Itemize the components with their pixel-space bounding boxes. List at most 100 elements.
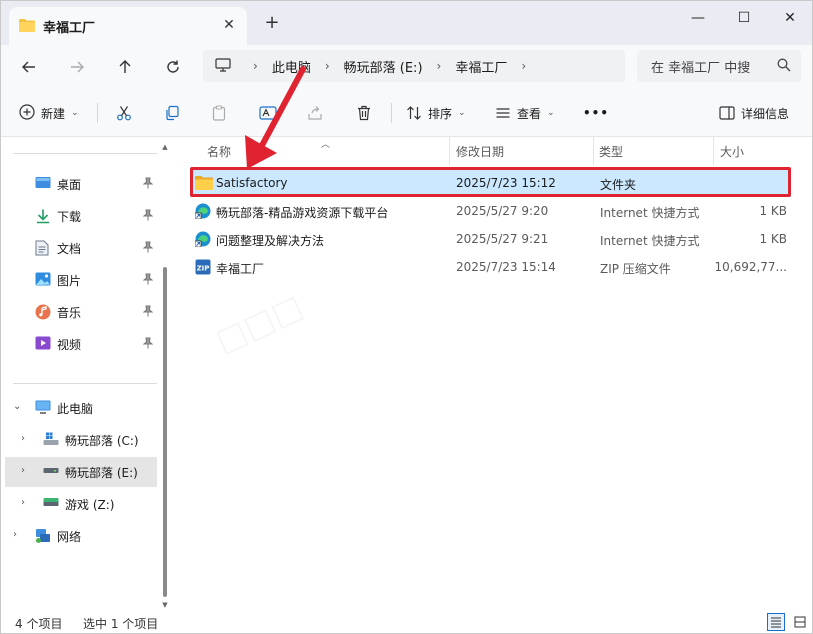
chevron-right-icon[interactable]: ›: [21, 465, 25, 476]
column-header-type[interactable]: 类型: [599, 137, 623, 165]
address-bar[interactable]: › 此电脑 › 畅玩部落 (E:) › 幸福工厂 ›: [203, 50, 625, 82]
scrollbar-thumb[interactable]: [163, 267, 167, 597]
maximize-button[interactable]: ☐: [721, 5, 767, 31]
file-type: Internet 快捷方式: [600, 234, 700, 248]
zip-icon: ZIP: [195, 259, 211, 278]
toolbar-divider: [391, 103, 392, 123]
breadcrumb-this-pc[interactable]: 此电脑: [272, 57, 311, 76]
folder-icon: [195, 175, 213, 193]
pin-icon: [142, 177, 154, 192]
tiles-view-icon: [794, 616, 806, 628]
close-window-button[interactable]: ✕: [767, 5, 812, 31]
view-button[interactable]: 查看 ⌄: [495, 101, 555, 125]
pictures-icon: [35, 272, 51, 289]
column-divider[interactable]: [449, 137, 450, 165]
sidebar-item-drive-c[interactable]: › 畅玩部落 (C:): [1, 425, 161, 455]
new-button[interactable]: 新建 ⌄: [19, 101, 79, 125]
file-type: 文件夹: [600, 178, 637, 192]
up-arrow-icon: [119, 60, 131, 73]
column-header-size[interactable]: 大小: [720, 137, 744, 165]
view-list-icon: [496, 108, 510, 118]
sidebar-item-desktop[interactable]: 桌面: [1, 169, 161, 199]
details-pane-button[interactable]: 详细信息: [719, 101, 789, 125]
column-header-name[interactable]: 名称: [207, 137, 231, 165]
sidebar-item-music[interactable]: 音乐: [1, 297, 161, 327]
file-row-satisfactory[interactable]: Satisfactory 2025/7/23 15:12 文件夹: [191, 169, 791, 197]
toolbar-divider: [97, 103, 98, 123]
sidebar-item-pictures[interactable]: 图片: [1, 265, 161, 295]
forward-arrow-icon: [71, 61, 84, 73]
sidebar-item-drive-z[interactable]: › 游戏 (Z:): [1, 489, 161, 519]
file-row-shortcut-2[interactable]: 问题整理及解决方法 2025/5/27 9:21 Internet 快捷方式 1…: [191, 225, 791, 253]
paste-icon: [212, 105, 226, 121]
search-placeholder: 在 幸福工厂 中搜: [651, 60, 751, 76]
sidebar-scrollbar[interactable]: ▲ ▼: [161, 143, 169, 609]
command-bar: 新建 ⌄ 排序 ⌄ 查看 ⌄ ••• 详细信息: [1, 89, 812, 137]
tab-close-icon[interactable]: ✕: [221, 17, 237, 33]
breadcrumb-current-folder[interactable]: 幸福工厂: [455, 57, 507, 76]
breadcrumb-separator: ›: [253, 59, 258, 73]
chevron-right-icon[interactable]: ›: [13, 529, 17, 540]
paste-button[interactable]: [211, 101, 227, 125]
selected-count: 选中 1 个项目: [83, 617, 159, 631]
sidebar-item-network[interactable]: › 网络: [1, 521, 161, 551]
sidebar-item-this-pc[interactable]: ⌄ 此电脑: [1, 393, 161, 423]
up-button[interactable]: [113, 55, 137, 79]
folder-icon: [19, 18, 35, 35]
details-view-button[interactable]: [767, 613, 785, 631]
search-input[interactable]: 在 幸福工厂 中搜: [637, 50, 801, 82]
pin-icon: [142, 209, 154, 224]
chevron-down-icon[interactable]: ⌄: [13, 401, 21, 412]
scissors-icon: [117, 106, 131, 121]
tiles-view-button[interactable]: [791, 613, 809, 631]
tab-title: 幸福工厂: [43, 20, 96, 36]
more-options-button[interactable]: •••: [583, 101, 609, 125]
file-name: 问题整理及解决方法: [216, 234, 325, 248]
back-button[interactable]: [17, 55, 41, 79]
file-type: ZIP 压缩文件: [600, 262, 671, 276]
sidebar-item-downloads[interactable]: 下载: [1, 201, 161, 231]
column-header-date[interactable]: 修改日期: [456, 137, 504, 165]
file-name: 幸福工厂: [216, 262, 265, 276]
share-button[interactable]: [307, 101, 323, 125]
scroll-down-icon[interactable]: ▼: [161, 601, 169, 609]
pin-icon: [142, 305, 154, 320]
minimize-button[interactable]: —: [675, 5, 721, 31]
sidebar-item-drive-e[interactable]: › 畅玩部落 (E:): [5, 457, 157, 487]
new-tab-button[interactable]: +: [263, 14, 281, 32]
sidebar-item-videos[interactable]: 视频: [1, 329, 161, 359]
copy-icon: [166, 105, 179, 121]
chevron-right-icon[interactable]: ›: [21, 433, 25, 444]
sort-button[interactable]: 排序 ⌄: [406, 101, 466, 125]
sidebar-item-label: 此电脑: [57, 401, 94, 416]
copy-button[interactable]: [164, 101, 180, 125]
tab-current-folder[interactable]: 幸福工厂 ✕: [9, 7, 247, 45]
chevron-down-icon: ⌄: [71, 108, 79, 118]
rename-button[interactable]: [259, 101, 277, 125]
file-explorer-window: 幸福工厂 ✕ + — ☐ ✕ › 此电脑 › 畅玩部落 (E:) › 幸福工厂 …: [0, 0, 813, 634]
back-arrow-icon: [22, 61, 35, 73]
file-row-shortcut-1[interactable]: 畅玩部落-精品游戏资源下载平台 2025/5/27 9:20 Internet …: [191, 197, 791, 225]
sort-icon: [407, 106, 421, 120]
file-row-zip[interactable]: ZIP 幸福工厂 2025/7/23 15:14 ZIP 压缩文件 10,692…: [191, 253, 791, 281]
watermark: ☐☐☐: [210, 289, 311, 365]
forward-button[interactable]: [65, 55, 89, 79]
file-type: Internet 快捷方式: [600, 206, 700, 220]
delete-button[interactable]: [356, 101, 372, 125]
column-divider[interactable]: [713, 137, 714, 165]
scroll-up-icon[interactable]: ▲: [161, 143, 169, 151]
sidebar-divider: [13, 383, 157, 384]
details-view-icon: [771, 617, 781, 628]
new-label: 新建: [41, 106, 66, 121]
column-divider[interactable]: [593, 137, 594, 165]
file-size: 1 KB: [759, 232, 787, 246]
sidebar-item-documents[interactable]: 文档: [1, 233, 161, 263]
computer-icon: [35, 400, 51, 417]
cut-button[interactable]: [116, 101, 132, 125]
file-size: 10,692,77...: [714, 260, 787, 274]
breadcrumb-drive-e[interactable]: 畅玩部落 (E:): [344, 57, 423, 76]
music-icon: [35, 304, 51, 323]
refresh-button[interactable]: [161, 55, 185, 79]
chevron-right-icon[interactable]: ›: [21, 497, 25, 508]
sidebar-item-label: 桌面: [57, 177, 82, 192]
